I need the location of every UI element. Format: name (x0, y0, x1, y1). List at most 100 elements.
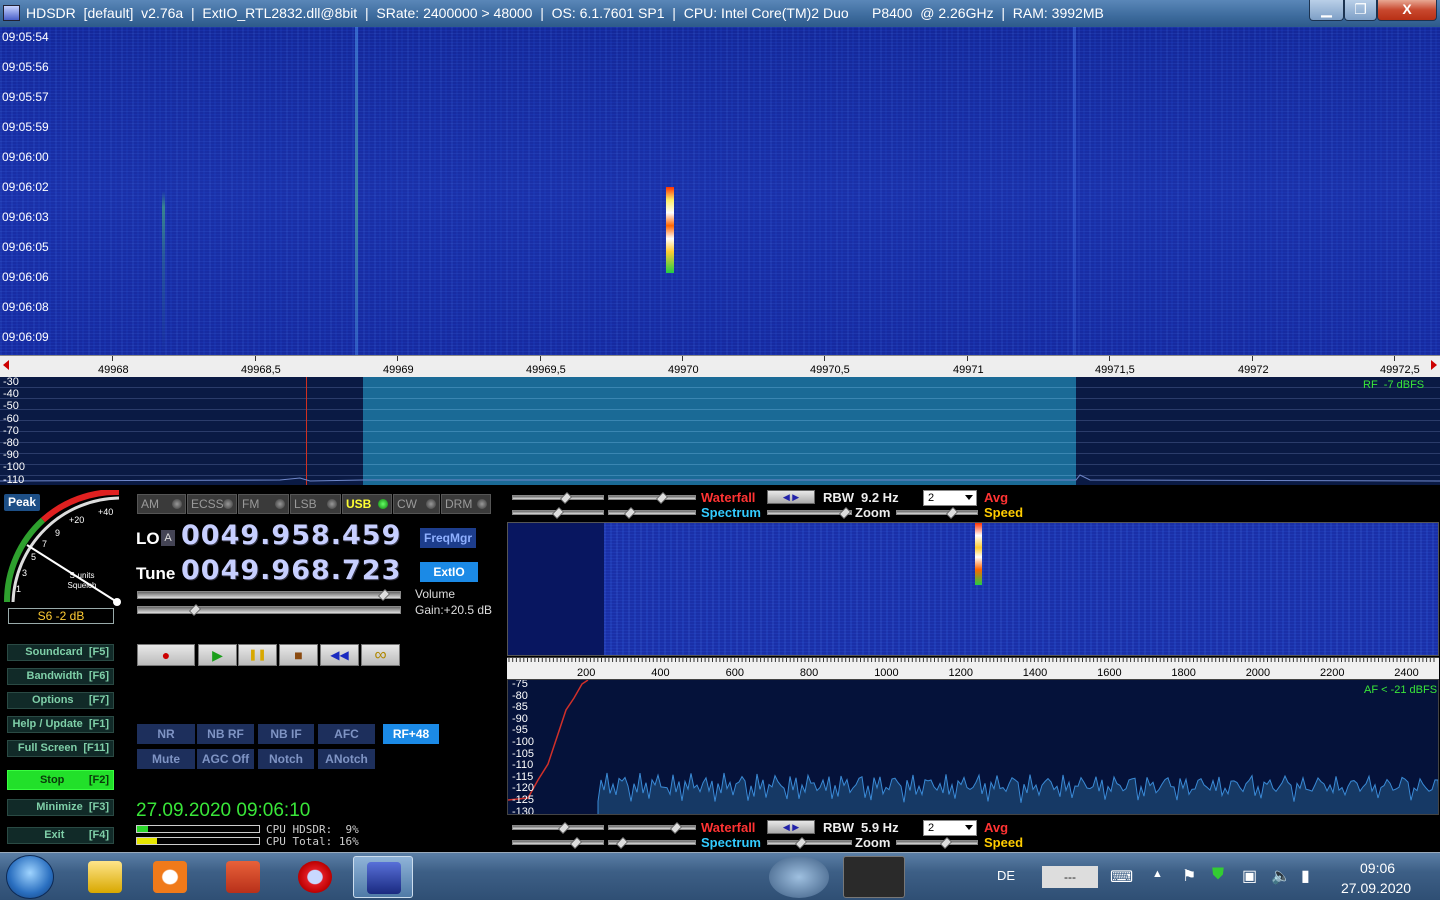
rf-waterfall[interactable]: 09:05:54 09:05:56 09:05:57 09:05:59 09:06:00… (0, 27, 1440, 355)
af-waterfall[interactable] (507, 522, 1439, 656)
freqmgr-button[interactable]: FreqMgr (420, 528, 476, 548)
mode-am-button[interactable]: AM (137, 494, 186, 514)
scroll-right-arrow-icon[interactable] (1431, 360, 1437, 370)
mode-usb-button[interactable]: USB (342, 494, 392, 514)
slider-knob[interactable] (940, 837, 952, 849)
rf-gain-button[interactable]: RF+48 (383, 724, 439, 744)
speed-slider[interactable] (896, 507, 978, 519)
extio-button[interactable]: ExtIO (420, 562, 478, 582)
signal-strength-indicator[interactable] (843, 856, 905, 898)
stop-button[interactable]: Stop [F2] (7, 770, 114, 790)
play-button[interactable]: ▶ (198, 644, 237, 666)
slider-knob[interactable] (558, 822, 570, 834)
frequency-scale[interactable]: 49968 49968,5 49969 49969,5 49970 49970,5 4997… (0, 355, 1440, 377)
anotch-button[interactable]: ANotch (318, 749, 375, 769)
clock-date[interactable]: 27.09.2020 (1341, 880, 1411, 896)
af-tick-label: 1800 (1171, 667, 1196, 679)
waterfall-slider[interactable] (512, 822, 604, 834)
clock-time[interactable]: 09:06 (1360, 860, 1395, 876)
slider-knob[interactable] (189, 604, 201, 616)
af-frequency-scale[interactable]: 200 400 600 800 1000 1200 1400 1600 1800 2000 2200… (507, 657, 1439, 679)
waterfall-slider[interactable] (512, 492, 604, 504)
slider-knob[interactable] (656, 492, 668, 504)
rf-spectrum[interactable]: -30 -40 -50 -60 -70 -80 -90 -100 -110 RF -7 dBFS (0, 377, 1440, 485)
full-screen-button[interactable]: Full Screen [F11] (7, 740, 114, 757)
exit-button[interactable]: Exit [F4] (7, 827, 114, 844)
afc-button[interactable]: AFC (318, 724, 375, 744)
start-button[interactable] (6, 855, 54, 899)
rewind-button[interactable]: ◀◀ (320, 644, 359, 666)
mode-lsb-button[interactable]: LSB (290, 494, 341, 514)
scroll-left-arrow-icon[interactable] (3, 360, 9, 370)
nb-if-button[interactable]: NB IF (258, 724, 314, 744)
volume-slider[interactable] (137, 604, 401, 616)
show-hidden-icons-icon[interactable]: ▲ (1152, 868, 1163, 880)
avg-dropdown-value: 2 (928, 822, 935, 834)
slider-knob[interactable] (795, 837, 807, 849)
slider-knob[interactable] (670, 822, 682, 834)
zoom-slider[interactable] (767, 507, 852, 519)
lo-a-indicator[interactable]: A (161, 530, 175, 546)
spectrum-slider[interactable] (512, 837, 604, 849)
stop-playback-button[interactable]: ■ (279, 644, 318, 666)
taskbar-explorer[interactable] (75, 856, 135, 898)
tune-frequency-display[interactable]: 0049.968.723 (181, 555, 401, 586)
record-button[interactable]: ● (137, 644, 195, 666)
tray-input-box[interactable]: --- (1042, 866, 1098, 888)
speed-slider[interactable] (896, 837, 978, 849)
keyboard-icon[interactable]: ⌨ (1110, 867, 1133, 887)
pause-button[interactable]: ❚❚ (238, 644, 277, 666)
mode-ecss-button[interactable]: ECSS (187, 494, 237, 514)
flag-icon[interactable]: ⚑ (1182, 866, 1196, 886)
taskbar-powerpoint[interactable] (213, 856, 273, 898)
tune-slider[interactable] (137, 589, 401, 601)
avg-dropdown[interactable]: 2 (923, 820, 977, 836)
close-window-button[interactable]: X (1377, 0, 1437, 21)
volume-icon[interactable]: 🔈 (1271, 866, 1291, 886)
waterfall-slider[interactable] (608, 492, 696, 504)
options-button[interactable]: Options [F7] (7, 692, 114, 709)
peak-button[interactable]: Peak (4, 494, 40, 511)
lo-frequency-display[interactable]: 0049.958.459 (181, 520, 401, 551)
slider-knob[interactable] (570, 837, 582, 849)
minimize-button[interactable]: Minimize [F3] (7, 799, 114, 816)
taskbar-media-player[interactable] (140, 856, 200, 898)
slider-knob[interactable] (378, 589, 390, 601)
mode-fm-button[interactable]: FM (238, 494, 289, 514)
avg-dropdown[interactable]: 2 (923, 490, 977, 506)
slider-knob[interactable] (552, 507, 564, 519)
shield-icon[interactable]: ⛊ (1212, 866, 1224, 884)
rbw-spin-control[interactable]: ◀ ▶ (767, 490, 815, 504)
zoom-slider[interactable] (767, 837, 852, 849)
loop-button[interactable]: ∞ (361, 644, 400, 666)
agc-button[interactable]: AGC Off (197, 749, 254, 769)
battery-icon[interactable]: ▮ (1301, 866, 1310, 886)
minimize-window-button[interactable]: ▁ (1309, 0, 1344, 21)
maximize-window-button[interactable]: ❐ (1344, 0, 1377, 21)
rbw-spin-control[interactable]: ◀ ▶ (767, 820, 815, 834)
network-icon[interactable]: ▣ (1242, 866, 1257, 886)
spectrum-slider[interactable] (608, 507, 696, 519)
slider-knob[interactable] (616, 837, 628, 849)
help-update-button[interactable]: Help / Update [F1] (7, 716, 114, 733)
nr-button[interactable]: NR (137, 724, 195, 744)
notch-button[interactable]: Notch (258, 749, 314, 769)
slider-knob[interactable] (839, 507, 851, 519)
mute-button[interactable]: Mute (137, 749, 195, 769)
spectrum-slider[interactable] (512, 507, 604, 519)
soundcard-button[interactable]: Soundcard [F5] (7, 644, 114, 661)
af-spectrum[interactable]: -75 -80 -85 -90 -95 -100 -105 -110 -115 -120 -125-… (507, 679, 1439, 815)
slider-knob[interactable] (624, 507, 636, 519)
mode-cw-button[interactable]: CW (393, 494, 440, 514)
taskbar-opera[interactable] (285, 856, 345, 898)
spectrum-slider[interactable] (608, 837, 696, 849)
nb-rf-button[interactable]: NB RF (197, 724, 254, 744)
mode-drm-button[interactable]: DRM (441, 494, 491, 514)
taskbar-hdsdr[interactable] (353, 856, 413, 898)
tray-network-button[interactable] (769, 856, 829, 898)
bandwidth-button[interactable]: Bandwidth [F6] (7, 668, 114, 685)
language-indicator[interactable]: DE (997, 868, 1015, 883)
slider-knob[interactable] (560, 492, 572, 504)
waterfall-slider[interactable] (608, 822, 696, 834)
slider-knob[interactable] (946, 507, 958, 519)
